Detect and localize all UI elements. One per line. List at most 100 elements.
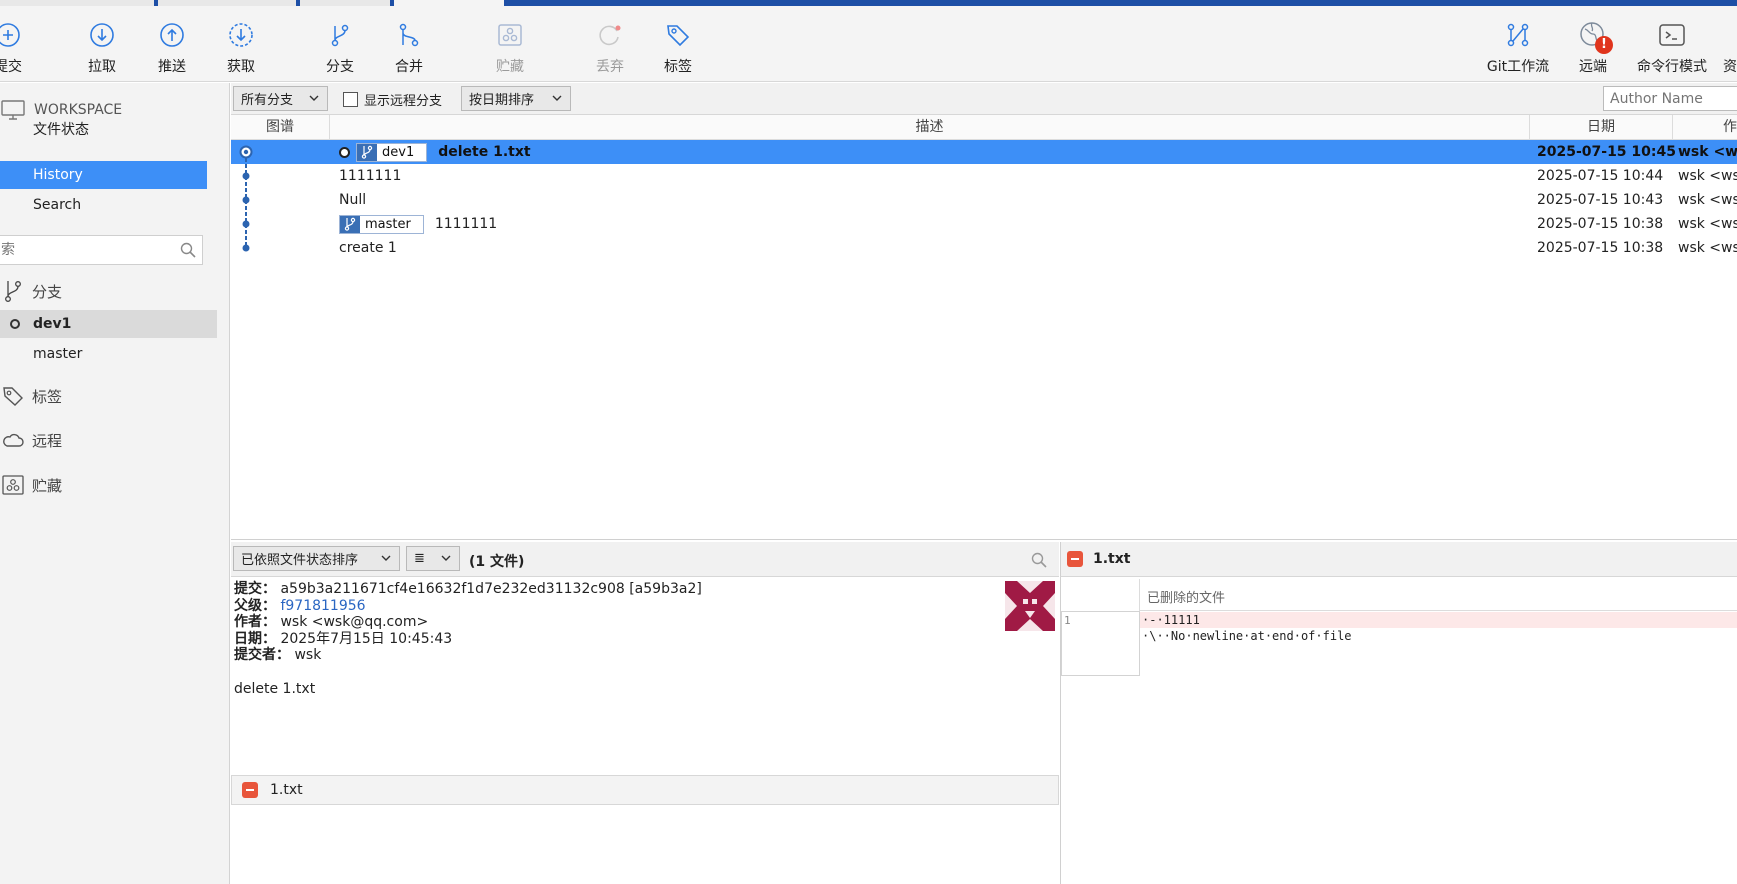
branch-tag-label: dev1	[382, 144, 415, 160]
push-icon	[157, 20, 187, 50]
fetch-icon	[226, 20, 256, 50]
branches-title: 分支	[32, 282, 63, 301]
terminal-button[interactable]: 命令行模式	[1632, 6, 1712, 82]
tag-button[interactable]: 标签	[658, 6, 698, 82]
sidebar-item-search[interactable]: Search	[0, 191, 207, 219]
commit-row[interactable]: dev1 delete 1.txt 2025-07-15 10:45 wsk <…	[231, 140, 1737, 164]
chevron-down-icon	[552, 95, 562, 101]
diff-line-removed: ·-·11111	[1140, 612, 1737, 628]
column-header-date[interactable]: 日期	[1530, 115, 1673, 140]
discard-label: 丢弃	[596, 59, 624, 75]
alert-badge-icon: !	[1595, 36, 1613, 54]
terminal-label: 命令行模式	[1637, 59, 1707, 75]
sidebar-section-stashes[interactable]: 贮藏	[2, 473, 62, 497]
current-branch-icon	[10, 319, 20, 329]
tag-icon	[3, 387, 23, 406]
git-flow-icon	[1503, 20, 1533, 50]
search-icon[interactable]	[180, 242, 196, 258]
graph-node	[243, 149, 249, 155]
branch-button[interactable]: 分支	[320, 6, 360, 82]
discard-button[interactable]: 丢弃	[590, 6, 630, 82]
line-number: 1	[1064, 614, 1071, 627]
graph-node	[242, 244, 250, 252]
changed-file-row[interactable]: 1.txt	[231, 775, 1059, 805]
branch-tag[interactable]: dev1	[356, 142, 428, 162]
commit-date: 2025-07-15 10:38	[1537, 216, 1664, 232]
fetch-button[interactable]: 获取	[221, 6, 261, 82]
sidebar-section-tags[interactable]: 标签	[2, 384, 62, 408]
merge-button[interactable]: 合并	[389, 6, 429, 82]
explorer-label: 资	[1723, 59, 1737, 75]
column-header-author[interactable]: 作	[1673, 115, 1737, 140]
sidebar-item-file-status[interactable]: 文件状态	[0, 115, 207, 143]
diff-hunk-header: 已删除的文件	[1139, 579, 1737, 611]
stash-button[interactable]: 贮藏	[490, 6, 530, 82]
file-count: (1 文件)	[469, 554, 525, 570]
pull-button[interactable]: 拉取	[82, 6, 122, 82]
commit-icon	[0, 20, 23, 50]
committer-value: wsk	[294, 647, 322, 663]
commit-label: 提交	[0, 59, 22, 75]
tag-label: 标签	[664, 59, 692, 75]
cloud-icon	[3, 433, 24, 447]
committer-label: 提交者：	[234, 647, 290, 663]
pull-icon	[87, 20, 117, 50]
sidebar-section-remotes[interactable]: 远程	[2, 428, 62, 452]
sidebar-search-box	[0, 235, 203, 265]
graph-node	[242, 196, 250, 204]
explorer-button[interactable]: 资	[1720, 6, 1737, 82]
commit-details: 提交： a59b3a211671cf4e16632f1d7e232ed31132…	[231, 577, 1059, 774]
author-avatar	[1005, 581, 1055, 631]
commit-button[interactable]: 提交	[0, 6, 28, 82]
commit-row[interactable]: Null 2025-07-15 10:43 wsk <wsk@qq.com>	[231, 188, 1737, 212]
commit-author: wsk <wsk@qq.com>	[1678, 240, 1737, 256]
commit-message: delete 1.txt	[438, 144, 531, 160]
branch-tag-label: master	[365, 216, 411, 232]
branch-filter-dropdown[interactable]: 所有分支	[233, 86, 328, 111]
commit-row[interactable]: master 1111111 2025-07-15 10:38 wsk <wsk…	[231, 212, 1737, 236]
changed-file-name: 1.txt	[270, 782, 303, 798]
sort-order-value: 按日期排序	[469, 93, 535, 108]
branch-item-dev1[interactable]: dev1	[0, 310, 217, 338]
branch-tag[interactable]: master	[339, 214, 424, 234]
terminal-icon	[1657, 20, 1687, 50]
stashes-title: 贮藏	[32, 476, 63, 495]
view-mode-dropdown[interactable]: ≣	[406, 546, 460, 571]
commit-row[interactable]: create 1 2025-07-15 10:38 wsk <wsk@qq.co…	[231, 236, 1737, 260]
sidebar-item-history[interactable]: History	[0, 161, 207, 189]
push-button[interactable]: 推送	[152, 6, 192, 82]
history-filter-bar: 所有分支 显示远程分支 按日期排序	[231, 83, 1737, 115]
sort-order-dropdown[interactable]: 按日期排序	[461, 86, 571, 111]
commit-graph	[239, 145, 253, 252]
branch-label: 分支	[326, 59, 354, 75]
author-filter-input[interactable]	[1603, 86, 1737, 111]
diff-view: 已删除的文件 1 ·-·11111 ·\··No·newline·at·end·…	[1060, 577, 1737, 884]
author-label: 作者：	[234, 614, 276, 630]
show-remote-branches-checkbox[interactable]: 显示远程分支	[343, 90, 442, 109]
remote-button[interactable]: ! 远端	[1573, 6, 1613, 82]
sidebar-search-input[interactable]	[0, 236, 169, 264]
parent-hash-link[interactable]: f971811956	[280, 598, 365, 614]
file-sort-dropdown[interactable]: 已依照文件状态排序	[233, 546, 400, 571]
remote-label: 远端	[1579, 59, 1607, 75]
push-label: 推送	[158, 59, 186, 75]
folder-icon	[1715, 20, 1737, 50]
toolbar: 提交 拉取 推送 获取 分支 合并 贮藏 丢弃 标签 Git工作流 ! 远端 命…	[0, 6, 1737, 82]
sidebar-section-branches[interactable]: 分支	[2, 279, 62, 303]
fetch-label: 获取	[227, 59, 255, 75]
show-remote-label: 显示远程分支	[364, 94, 443, 109]
stash-label: 贮藏	[496, 59, 524, 75]
git-flow-label: Git工作流	[1486, 59, 1550, 75]
branch-filter-value: 所有分支	[241, 93, 294, 108]
search-icon[interactable]	[1031, 552, 1047, 568]
branch-item-master[interactable]: master	[0, 340, 217, 368]
changed-files-list	[231, 806, 1059, 884]
git-flow-button[interactable]: Git工作流	[1478, 6, 1558, 82]
commit-author: wsk <wsk@qq.com>	[1678, 192, 1737, 208]
chevron-down-icon	[309, 95, 319, 101]
checkbox-box[interactable]	[343, 92, 358, 107]
commit-row[interactable]: 1111111 2025-07-15 10:44 wsk <wsk@qq.com…	[231, 164, 1737, 188]
column-header-graph[interactable]: 图谱	[231, 115, 330, 140]
commit-date: 2025-07-15 10:44	[1537, 168, 1664, 184]
column-header-description[interactable]: 描述	[330, 115, 1530, 140]
